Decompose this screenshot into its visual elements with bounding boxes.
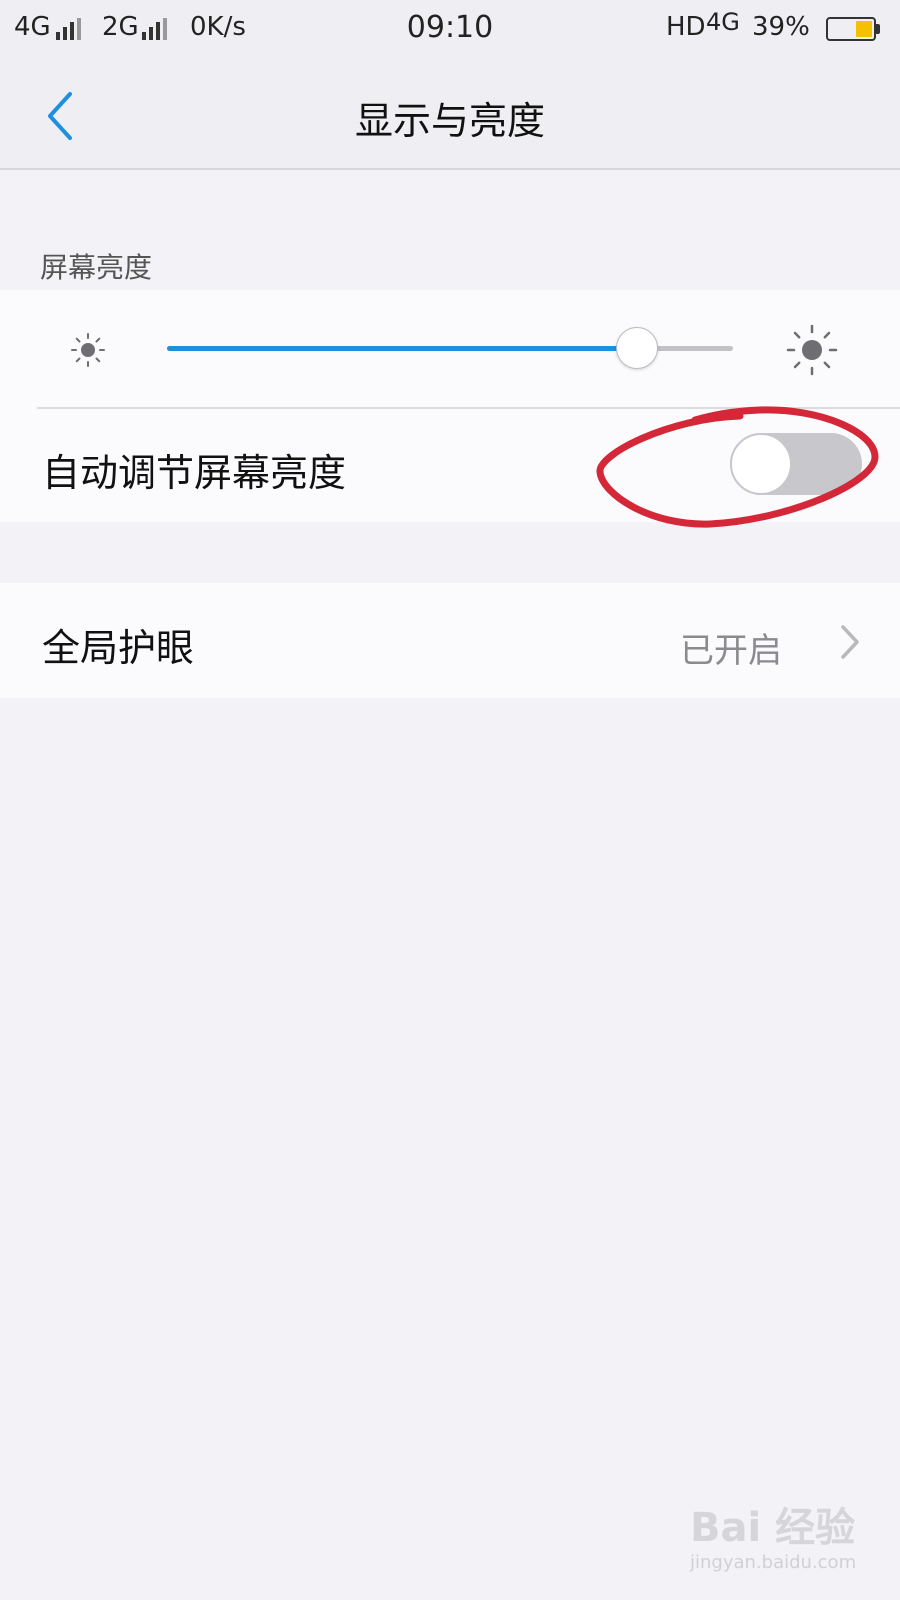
watermark-logo: Bai 经验: [690, 1505, 856, 1551]
battery-percent: 39%: [752, 12, 810, 42]
eye-care-label: 全局护眼: [42, 626, 195, 670]
network-type-3: 4G: [706, 8, 740, 36]
section-label-brightness: 屏幕亮度: [40, 251, 153, 284]
battery-icon: [826, 17, 876, 41]
sun-large-icon: [784, 322, 840, 378]
watermark-url: jingyan.baidu.com: [690, 1552, 857, 1573]
brightness-slider-thumb[interactable]: [615, 327, 658, 369]
eye-care-status: 已开启: [680, 631, 782, 671]
annotation-circle: [596, 406, 879, 528]
battery-tip: [876, 24, 880, 34]
auto-brightness-label: 自动调节屏幕亮度: [42, 451, 347, 495]
chevron-right-icon: [838, 622, 862, 662]
page-title: 显示与亮度: [354, 99, 545, 143]
hd-indicator: HD: [666, 12, 706, 42]
brightness-slider-fill: [167, 346, 637, 351]
sun-small-icon: [68, 330, 108, 370]
